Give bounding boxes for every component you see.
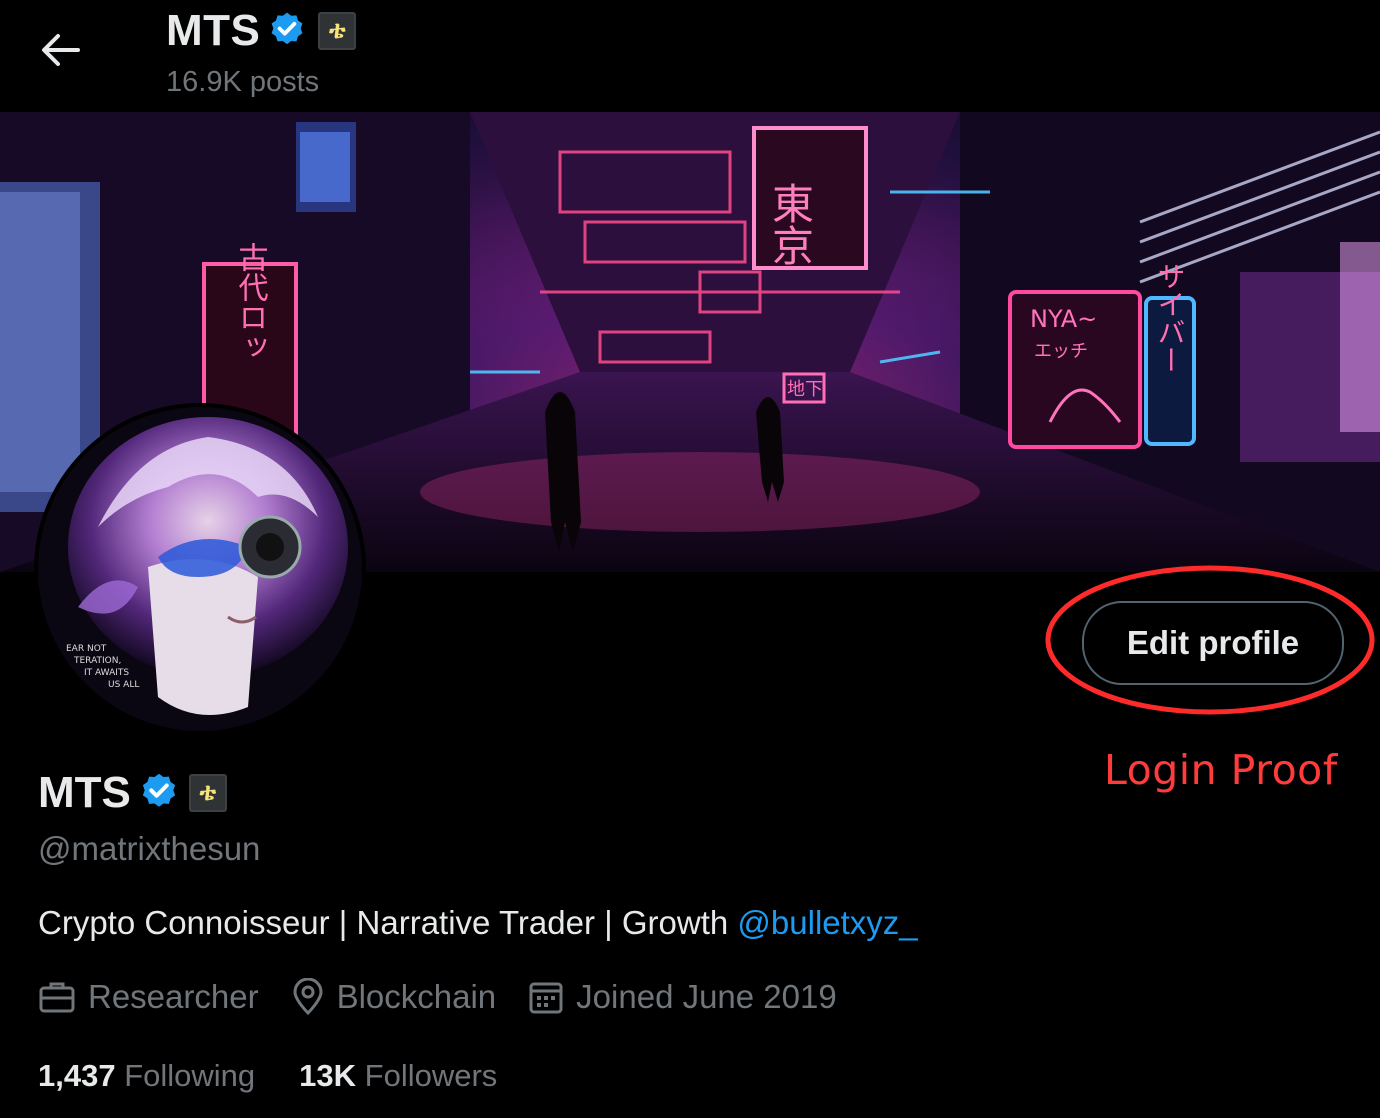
profile-meta: Researcher Blockchain Joined June 2019: [38, 978, 869, 1016]
location-label: Blockchain: [336, 978, 497, 1015]
following-link[interactable]: 1,437 Following: [38, 1058, 255, 1094]
annotation-ellipse: [1045, 565, 1375, 715]
joined-label: Joined June 2019: [576, 978, 837, 1015]
briefcase-icon: [39, 982, 75, 1013]
banner-sign-4: エッチ: [1034, 341, 1088, 362]
banner-sign-2: 東京: [766, 182, 815, 266]
avatar-text-3: IT AWAITS: [84, 668, 129, 678]
profile-bio: Crypto Connoisseur | Narrative Trader | …: [38, 904, 918, 942]
header-name: MTS: [166, 6, 261, 55]
profile-avatar[interactable]: EAR NOT TERATION, IT AWAITS US ALL: [34, 403, 366, 735]
meta-profession: Researcher: [38, 978, 259, 1016]
avatar-text-2: TERATION,: [73, 656, 121, 666]
arrow-left-icon: [42, 34, 80, 66]
following-count: 1,437: [38, 1058, 116, 1093]
header-post-count: 16.9K posts: [166, 66, 320, 98]
banner-sign-5: サイバー: [1154, 262, 1187, 374]
affiliate-badge[interactable]: ቴ: [188, 774, 227, 812]
banner-sign-6: 地下: [787, 379, 823, 400]
verified-badge-icon: [271, 12, 303, 45]
back-button[interactable]: [30, 22, 90, 78]
profile-stats: 1,437 Following 13K Followers: [38, 1058, 541, 1094]
meta-joined: Joined June 2019: [528, 978, 837, 1016]
annotation-label: Login Proof: [1104, 746, 1338, 794]
meta-location: Blockchain: [291, 978, 497, 1016]
bio-text: Crypto Connoisseur | Narrative Trader | …: [38, 904, 738, 941]
followers-label: Followers: [364, 1058, 498, 1093]
header-name-row: MTS ቴ: [166, 6, 357, 56]
profile-name-row: MTS ቴ: [38, 768, 227, 818]
profile-name: MTS: [38, 768, 131, 817]
avatar-text-4: US ALL: [108, 680, 139, 690]
profession-label: Researcher: [88, 978, 259, 1015]
top-bar: MTS ቴ 16.9K posts: [0, 0, 1380, 112]
banner-sign-1: 古代ロッ: [233, 242, 269, 362]
location-pin-icon: [293, 978, 323, 1016]
following-label: Following: [124, 1058, 256, 1093]
affiliate-badge[interactable]: ቴ: [318, 12, 357, 50]
bio-mention-link[interactable]: @bulletxyz_: [737, 904, 917, 941]
followers-link[interactable]: 13K Followers: [299, 1058, 497, 1094]
calendar-icon: [529, 982, 563, 1014]
avatar-text-1: EAR NOT: [66, 644, 107, 654]
avatar-illustration: EAR NOT TERATION, IT AWAITS US ALL: [38, 407, 362, 731]
followers-count: 13K: [299, 1058, 357, 1093]
banner-sign-3: NYA~: [1030, 305, 1097, 333]
verified-badge-icon[interactable]: [137, 771, 181, 815]
profile-handle: @matrixthesun: [38, 830, 261, 867]
